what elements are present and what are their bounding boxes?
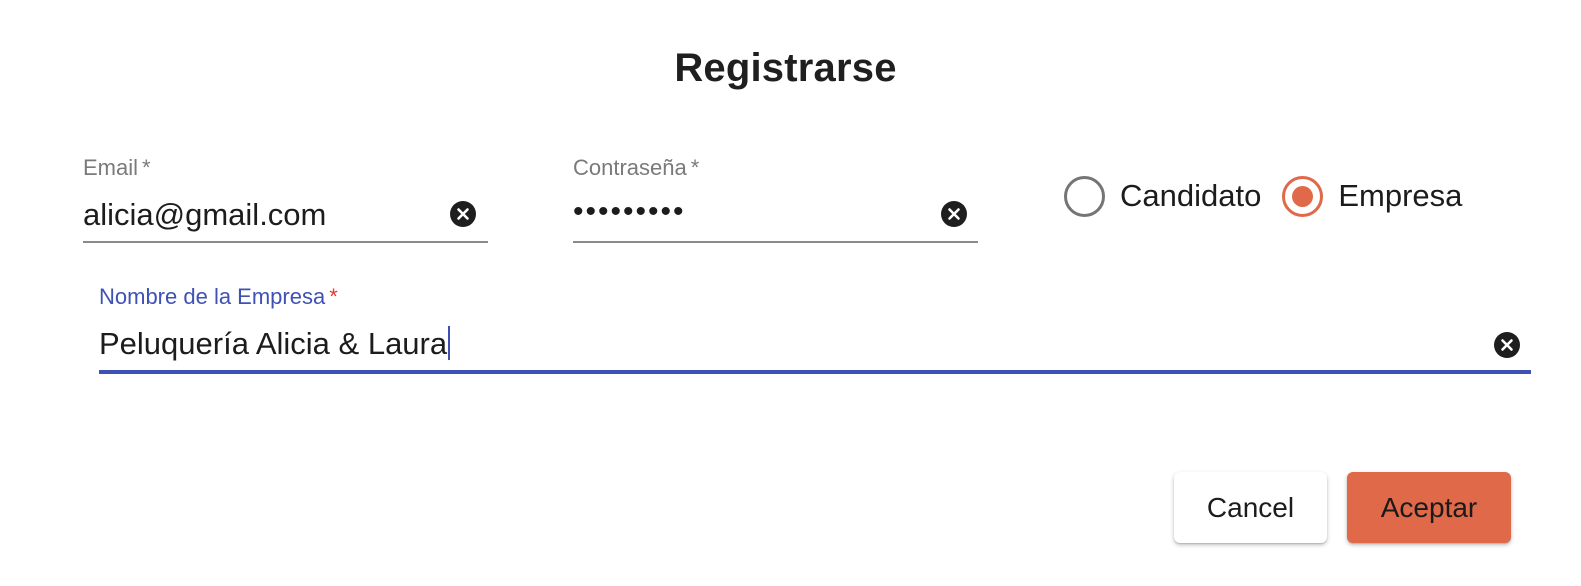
password-underline (573, 241, 978, 243)
accept-button[interactable]: Aceptar (1347, 472, 1511, 543)
company-name-required-mark: * (329, 284, 338, 309)
radio-checked-icon[interactable] (1282, 175, 1324, 217)
radio-dot (1292, 185, 1314, 207)
email-label: Email * (83, 155, 151, 181)
company-name-clear-icon[interactable] (1494, 332, 1520, 358)
password-required-mark: * (690, 155, 700, 180)
email-field[interactable]: Email * alicia@gmail.com (83, 155, 488, 245)
email-required-mark: * (142, 155, 151, 180)
account-type-radio-group: Candidato Empresa (1064, 174, 1462, 218)
company-name-field[interactable]: Nombre de la Empresa * Peluquería Alicia … (99, 284, 1531, 376)
password-field[interactable]: Contraseña * ••••••••• (573, 155, 978, 245)
text-caret (448, 326, 451, 360)
email-label-text: Email (83, 155, 139, 180)
company-name-input[interactable]: Peluquería Alicia & Laura (99, 326, 451, 362)
company-name-underline (99, 370, 1531, 374)
radio-unchecked-icon[interactable] (1064, 175, 1105, 217)
password-label: Contraseña * (573, 155, 699, 181)
cancel-button[interactable]: Cancel (1174, 472, 1327, 543)
email-clear-icon[interactable] (450, 201, 476, 227)
company-name-value[interactable]: Peluquería Alicia & Laura (99, 326, 447, 361)
password-label-text: Contraseña (573, 155, 687, 180)
dialog-title: Registrarse (674, 46, 897, 90)
company-name-label: Nombre de la Empresa * (99, 284, 338, 310)
password-input[interactable]: ••••••••• (573, 195, 686, 229)
email-input[interactable]: alicia@gmail.com (83, 197, 326, 233)
radio-empresa-label[interactable]: Empresa (1338, 178, 1462, 214)
radio-candidato-label[interactable]: Candidato (1120, 178, 1261, 214)
email-underline (83, 241, 488, 243)
company-name-label-text: Nombre de la Empresa (99, 284, 326, 309)
radio-empresa[interactable]: Empresa (1282, 175, 1462, 217)
radio-candidato[interactable]: Candidato (1064, 175, 1261, 217)
register-dialog: Registrarse Email * alicia@gmail.com Cont… (0, 0, 1581, 586)
password-clear-icon[interactable] (941, 201, 967, 227)
